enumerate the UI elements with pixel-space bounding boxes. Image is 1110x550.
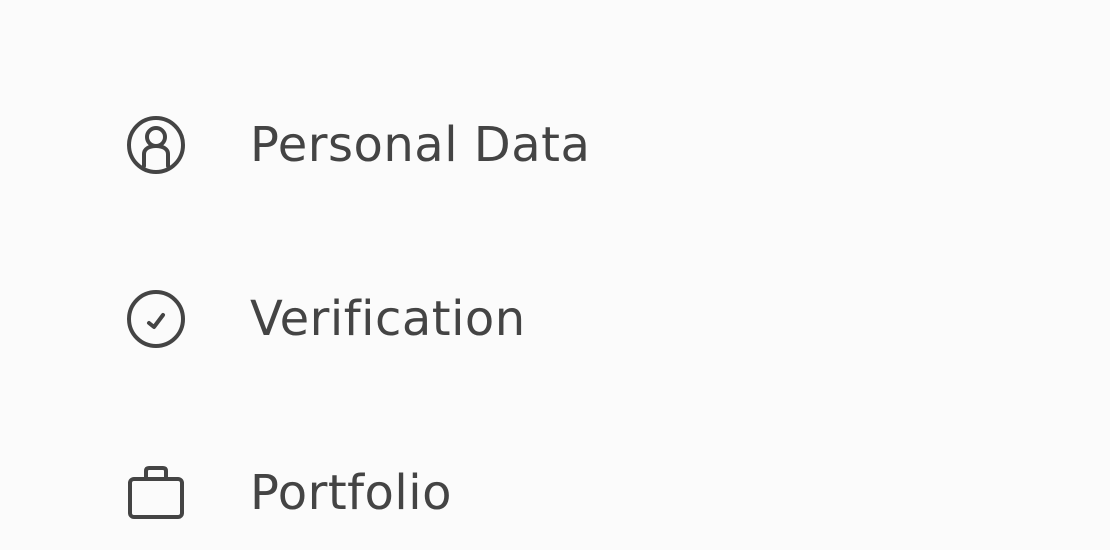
user-circle-icon bbox=[124, 113, 188, 177]
menu-item-label: Personal Data bbox=[250, 117, 591, 173]
menu-item-portfolio[interactable]: Portfolio bbox=[124, 458, 452, 528]
menu-item-personal-data[interactable]: Personal Data bbox=[124, 110, 590, 180]
settings-menu: Personal Data Verification Portfolio bbox=[0, 0, 1110, 550]
menu-item-label: Verification bbox=[250, 291, 526, 347]
briefcase-icon bbox=[124, 461, 188, 525]
check-circle-icon bbox=[124, 287, 188, 351]
menu-item-label: Portfolio bbox=[250, 465, 452, 521]
menu-item-verification[interactable]: Verification bbox=[124, 284, 526, 354]
